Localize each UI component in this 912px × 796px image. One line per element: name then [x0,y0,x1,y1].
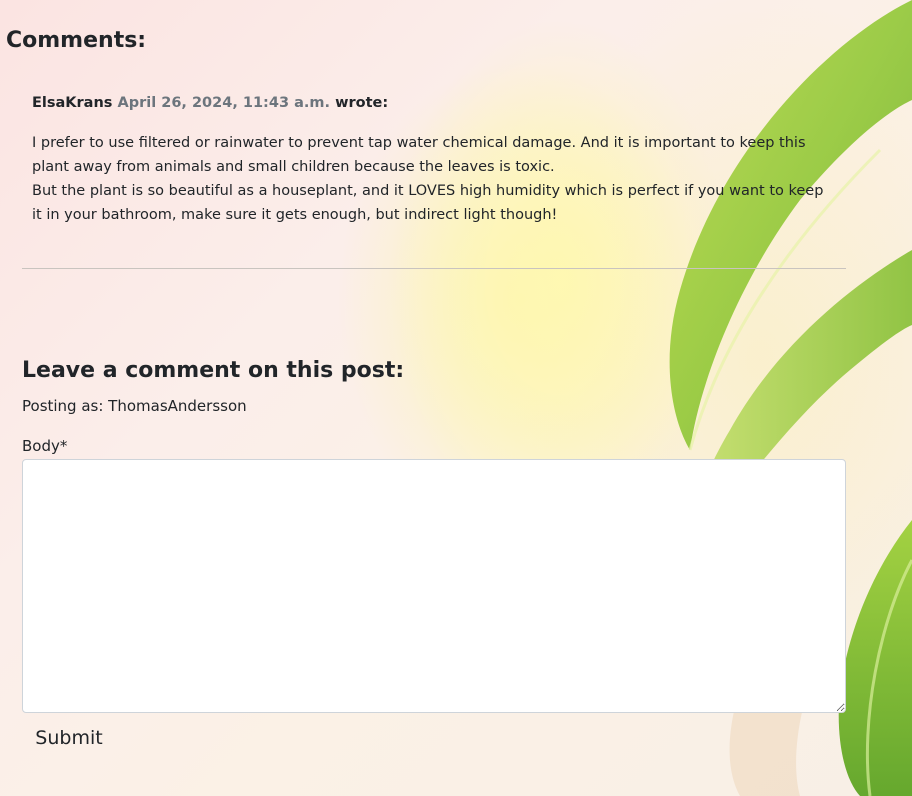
body-field-label: Body* [22,437,68,455]
comment-divider [22,268,846,269]
comment-wrote-label: wrote: [335,95,389,111]
comment-body-paragraph: I prefer to use filtered or rainwater to… [32,135,806,175]
comment-author: ElsaKrans [32,95,113,111]
leave-comment-heading: Leave a comment on this post: [22,358,405,383]
comment-body-paragraph: But the plant is so beautiful as a house… [32,183,824,223]
comment-body: I prefer to use filtered or rainwater to… [32,131,832,227]
comment-date: April 26, 2024, 11:43 a.m. [117,95,330,111]
submit-button[interactable]: Submit [22,721,116,755]
posting-as-text: Posting as: ThomasAndersson [22,397,247,415]
comment-body-textarea[interactable] [22,459,846,713]
comment-meta: ElsaKrans April 26, 2024, 11:43 a.m. wro… [32,92,832,114]
comment-item: ElsaKrans April 26, 2024, 11:43 a.m. wro… [32,92,832,227]
comments-heading: Comments: [6,28,147,53]
